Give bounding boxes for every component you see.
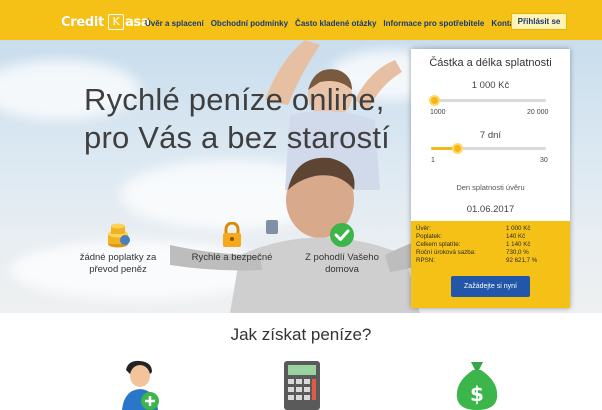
logo[interactable]: Credit K asa — [61, 14, 150, 30]
nav-item-consumer-info[interactable]: Informace pro spotřebitele — [383, 19, 484, 28]
summary-value: 140 Kč — [506, 233, 526, 240]
feature-from-home-line-1: Z pohodlí Vašeho — [305, 252, 379, 263]
login-button[interactable]: Přihlásit se — [511, 13, 567, 30]
feature-no-fees-line-1: žádné poplatky za — [79, 252, 157, 263]
days-max: 30 — [540, 157, 548, 164]
summary-row-total: Celkem splatíte: 1 140 Kč — [416, 241, 565, 248]
top-header: Credit K asa Úvěr a splacení Obchodní po… — [0, 0, 602, 40]
nav-item-faq[interactable]: Často kladené otázky — [295, 19, 376, 28]
summary-row-annual-rate: Roční úroková sazba: 730,0 % — [416, 249, 565, 256]
section-title: Jak získat peníze? — [230, 325, 372, 344]
summary-value: 1 000 Kč — [506, 225, 531, 232]
add-user-icon — [122, 360, 159, 410]
summary-row-loan: Úvěr: 1 000 Kč — [416, 225, 565, 232]
feature-no-fees: žádné poplatky za převod peněz — [60, 222, 176, 276]
summary-row-apr: RPSN: 92 621,7 % — [416, 257, 565, 264]
due-date-label: Den splatnosti úvěru — [456, 183, 525, 192]
logo-k-box: K — [107, 14, 124, 30]
summary-value: 1 140 Kč — [506, 241, 531, 248]
money-bag-icon: $ — [456, 362, 498, 410]
calculator-title: Částka a délka splatnosti — [429, 57, 552, 69]
summary-value: 92 621,7 % — [506, 257, 538, 264]
summary-row-fee: Poplatek: 140 Kč — [416, 233, 565, 240]
nav-item-terms[interactable]: Obchodní podmínky — [211, 19, 288, 28]
check-icon — [330, 223, 354, 247]
days-min: 1 — [431, 157, 435, 164]
headline-line-2: pro Vás a bez starostí — [84, 120, 390, 155]
summary-label: Roční úroková sazba: — [416, 249, 476, 256]
feature-from-home: Z pohodlí Vašeho domova — [287, 222, 397, 276]
svg-text:$: $ — [470, 382, 484, 406]
amount-slider-handle[interactable] — [428, 95, 440, 106]
main-nav: Úvěr a splacení Obchodní podmínky Často … — [145, 19, 526, 28]
hero-headline: Rychlé peníze online, pro Vás a bez star… — [84, 81, 390, 157]
lock-icon — [223, 222, 241, 247]
apply-now-button[interactable]: Zažádejte si nyní — [451, 276, 530, 297]
summary-label: Celkem splatíte: — [416, 241, 461, 248]
feature-no-fees-line-2: převod peněz — [89, 264, 147, 275]
days-slider-handle[interactable] — [451, 143, 463, 154]
headline-line-1: Rychlé peníze online, — [84, 82, 385, 117]
feature-from-home-line-2: domova — [325, 264, 359, 275]
summary-label: Úvěr: — [416, 225, 431, 232]
calculator-icon — [284, 361, 320, 410]
coins-icon — [108, 223, 130, 248]
nav-item-loan-repayment[interactable]: Úvěr a splacení — [145, 19, 204, 28]
summary-label: Poplatek: — [416, 233, 442, 240]
days-value: 7 dní — [479, 130, 502, 141]
summary-value: 730,0 % — [506, 249, 529, 256]
amount-max: 20 000 — [527, 109, 549, 116]
feature-fast-safe-line-1: Rychlé a bezpečné — [191, 252, 273, 263]
amount-slider-track[interactable] — [431, 99, 546, 102]
due-date-value: 01.06.2017 — [466, 204, 515, 215]
feature-fast-safe: Rychlé a bezpečné — [176, 222, 288, 264]
summary-label: RPSN: — [416, 257, 435, 264]
amount-value: 1 000 Kč — [471, 80, 510, 91]
loan-calculator: Částka a délka splatnosti 1 000 Kč 1000 … — [411, 49, 570, 308]
amount-min: 1000 — [430, 109, 446, 116]
logo-credit: Credit — [61, 14, 104, 30]
